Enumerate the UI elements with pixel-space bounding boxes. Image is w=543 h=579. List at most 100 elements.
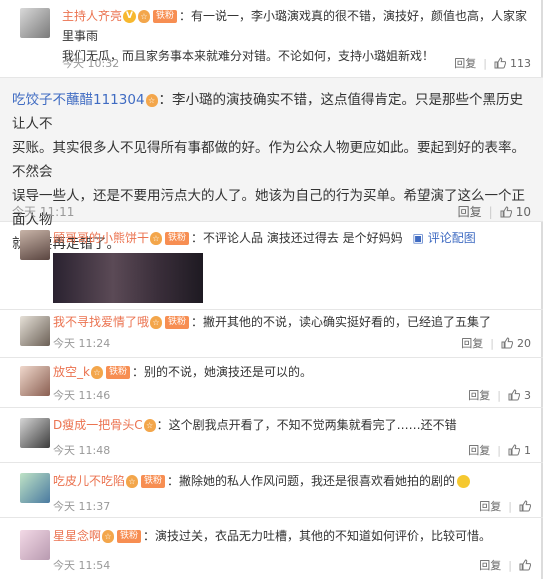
comment-text: 演技过关，衣品无力吐槽，其他的不知道如何评价，比较可惜。 — [155, 529, 492, 543]
verified-v-icon: V — [123, 10, 137, 23]
comment-separator: ： — [191, 231, 204, 245]
comment-actions: 回复 | 10 — [458, 203, 531, 220]
medal-icon: ☆ — [150, 316, 163, 329]
comment-image[interactable] — [53, 253, 203, 303]
fan-badge: 铁粉 — [153, 10, 178, 23]
avatar[interactable] — [20, 473, 50, 503]
fan-badge: 铁粉 — [105, 366, 130, 379]
comment-actions: 回复 | 113 — [454, 55, 531, 71]
comment-body: 顾哥哥的小熊饼干 ☆ 铁粉 ：不评论人品 演技还过得去 是个好妈妈 ▣ 评论配图 — [53, 228, 533, 248]
fan-badge: 铁粉 — [165, 316, 190, 329]
avatar[interactable] — [20, 316, 50, 346]
comment-time: 今天 11:37 — [53, 500, 111, 513]
thumbs-up-icon — [501, 337, 513, 349]
comment-item: 吃饺子不蘸醋111304 ☆ ：李小璐的演技确实不错，这点值得肯定。只是那些个黑历史… — [0, 78, 543, 252]
comment-item: 星星念啊 ☆ 铁粉 ：演技过关，衣品无力吐槽，其他的不知道如何评价，比较可惜。 今天 … — [0, 518, 543, 579]
username-link[interactable]: 我不寻找爱情了哦 — [53, 315, 149, 329]
like-button[interactable]: 10 — [500, 205, 531, 219]
comment-time: 今天 11:46 — [53, 389, 111, 402]
username-link[interactable]: 吃饺子不蘸醋111304 — [12, 92, 145, 108]
comment-separator: ： — [191, 315, 204, 329]
comment-text-line: 买账。其实很多人不见得所有事都做的好。作为公众人物更应如此。要起到好的表率。不然… — [12, 140, 525, 180]
comment-item: 我不寻找爱情了哦 ☆ 铁粉 ：撇开其他的不说，读心确实挺好看的，已经追了五集了 今天 … — [0, 310, 543, 358]
thumbs-up-icon — [500, 206, 512, 218]
like-count: 10 — [515, 205, 531, 219]
divider: | — [488, 205, 493, 219]
avatar[interactable] — [20, 366, 50, 396]
divider: | — [483, 57, 487, 70]
comment-actions: 回复 | 3 — [468, 387, 531, 403]
like-count: 1 — [524, 444, 531, 457]
divider: | — [508, 500, 512, 513]
view-image-label: 评论配图 — [427, 231, 476, 245]
like-count: 20 — [517, 337, 531, 350]
username-link[interactable]: 顾哥哥的小熊饼干 — [53, 231, 149, 245]
reply-button[interactable]: 回复 — [468, 389, 490, 402]
comment-item: 主持人齐亮 V ☆ 铁粉 ：有一说一，李小璐演戏真的很不错，演技好，颜值也高，人家家里事… — [0, 0, 543, 78]
comment-body: 吃皮儿不吃陷 ☆ 铁粉 ：撇除她的私人作风问题，我还是很喜欢看她拍的剧的 — [53, 471, 533, 491]
comment-item: 吃皮儿不吃陷 ☆ 铁粉 ：撇除她的私人作风问题，我还是很喜欢看她拍的剧的 今天 11:… — [0, 463, 543, 518]
fan-badge: 铁粉 — [141, 475, 166, 488]
avatar[interactable] — [20, 8, 50, 38]
like-button[interactable]: 3 — [508, 389, 531, 402]
image-icon: ▣ — [412, 231, 424, 245]
username-link[interactable]: 主持人齐亮 — [62, 9, 122, 23]
comment-actions: 回复 | — [479, 498, 531, 514]
like-button[interactable]: 20 — [501, 337, 531, 350]
comment-actions: 回复 | 20 — [461, 335, 531, 351]
reply-button[interactable]: 回复 — [479, 500, 501, 513]
avatar[interactable] — [20, 230, 50, 260]
avatar[interactable] — [20, 530, 50, 560]
like-count: 113 — [510, 57, 531, 70]
fan-badge: 铁粉 — [117, 530, 142, 543]
comment-body: 放空_k ☆ 铁粉 ：别的不说，她演技还是可以的。 — [53, 362, 533, 382]
comment-separator: ： — [179, 9, 192, 23]
fan-badge: 铁粉 — [165, 232, 190, 245]
username-link[interactable]: 放空_k — [53, 365, 90, 379]
thumbs-up-icon — [519, 559, 531, 571]
username-link[interactable]: 星星念啊 — [53, 529, 101, 543]
comment-time: 今天 11:11 — [12, 205, 75, 219]
medal-icon: ☆ — [143, 419, 156, 432]
like-count: 3 — [524, 389, 531, 402]
comment-text: 不评论人品 演技还过得去 是个好妈妈 — [203, 231, 403, 245]
divider: | — [497, 444, 501, 457]
reply-button[interactable]: 回复 — [458, 205, 482, 219]
comment-time: 今天 11:24 — [53, 337, 111, 350]
comment-actions: 回复 | — [479, 557, 531, 573]
divider: | — [497, 389, 501, 402]
avatar[interactable] — [20, 418, 50, 448]
comment-separator: ： — [131, 365, 144, 379]
thumbs-up-icon — [508, 389, 520, 401]
reply-button[interactable]: 回复 — [479, 559, 501, 572]
comment-separator: ： — [158, 92, 173, 108]
medal-icon: ☆ — [102, 530, 115, 543]
view-image-link[interactable]: ▣ 评论配图 — [413, 231, 476, 245]
like-button[interactable] — [519, 500, 531, 513]
comment-time: 今天 10:32 — [62, 57, 120, 70]
divider: | — [490, 337, 494, 350]
comment-body: 星星念啊 ☆ 铁粉 ：演技过关，衣品无力吐槽，其他的不知道如何评价，比较可惜。 — [53, 526, 533, 546]
medal-icon: ☆ — [150, 232, 163, 245]
reply-button[interactable]: 回复 — [461, 337, 483, 350]
comment-actions: 回复 | 1 — [468, 442, 531, 458]
comment-time: 今天 11:48 — [53, 444, 111, 457]
laugh-emoji-icon — [457, 475, 471, 488]
comment-body: D瘦成一把骨头C ☆ ：这个剧我点开看了，不知不觉两集就看完了……还不错 — [53, 415, 533, 435]
reply-button[interactable]: 回复 — [468, 444, 490, 457]
medal-icon: ☆ — [126, 475, 139, 488]
thumbs-up-icon — [519, 500, 531, 512]
comment-text: 别的不说，她演技还是可以的。 — [143, 365, 312, 379]
comment-text: 撇开其他的不说，读心确实挺好看的，已经追了五集了 — [203, 315, 492, 329]
reply-button[interactable]: 回复 — [454, 57, 476, 70]
divider: | — [508, 559, 512, 572]
username-link[interactable]: D瘦成一把骨头C — [53, 418, 143, 432]
like-button[interactable] — [519, 559, 531, 572]
like-button[interactable]: 113 — [494, 57, 531, 70]
comment-separator: ： — [167, 474, 180, 488]
medal-icon: ☆ — [138, 10, 151, 23]
comment-body: 我不寻找爱情了哦 ☆ 铁粉 ：撇开其他的不说，读心确实挺好看的，已经追了五集了 — [53, 312, 533, 332]
username-link[interactable]: 吃皮儿不吃陷 — [53, 474, 125, 488]
like-button[interactable]: 1 — [508, 444, 531, 457]
comment-text: 撇除她的私人作风问题，我还是很喜欢看她拍的剧的 — [179, 474, 456, 488]
